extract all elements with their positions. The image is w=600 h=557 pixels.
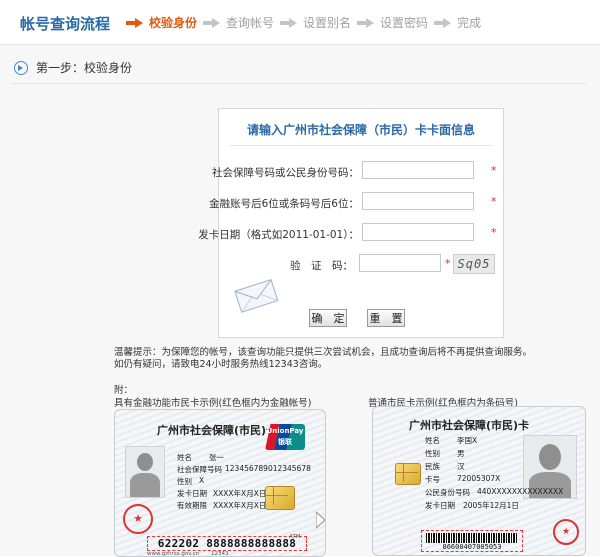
card-atm-mark: ATM bbox=[289, 534, 301, 540]
divider bbox=[12, 83, 586, 84]
unionpay-text-cn: 银联 bbox=[278, 438, 292, 446]
unionpay-text: UnionPay bbox=[266, 427, 304, 435]
step-verify-identity: 校验身份 bbox=[126, 14, 197, 31]
card-field-label: 发卡日期 bbox=[177, 489, 207, 498]
card-field-value: 123456789012345678 bbox=[225, 464, 311, 473]
card-field-label: 姓名 bbox=[177, 453, 192, 462]
required-mark: * bbox=[445, 257, 451, 270]
arrow-right-icon bbox=[434, 17, 452, 28]
required-mark: * bbox=[491, 226, 497, 239]
card-example-caption-financial: 具有金融功能市民卡示例(红色框内为金融帐号) bbox=[114, 398, 312, 409]
card-number-highlight: 622202 8888888888888 bbox=[147, 536, 307, 551]
step-label: 校验身份 bbox=[149, 16, 198, 30]
barcode-number: 86600407005053 bbox=[442, 543, 502, 551]
current-step-line: 第一步：校验身份 bbox=[14, 59, 132, 76]
field-label: 金融账号后6位或条码号后6位： bbox=[209, 198, 359, 210]
card-field-label: 有效期限 bbox=[177, 501, 207, 510]
captcha-input[interactable] bbox=[359, 254, 441, 272]
tips-text: 温馨提示：为保障您的帐号，该查询功能只提供三次尝试机会，且成功查询后将不再提供查… bbox=[114, 347, 584, 371]
arrow-right-icon bbox=[280, 17, 298, 28]
barcode-highlight: 86600407005053 bbox=[421, 530, 523, 552]
card-field-label: 姓名 bbox=[425, 436, 440, 445]
form-row-issue-date: 发卡日期（格式如2011-01-01）： * bbox=[198, 223, 503, 243]
card-field-value: 汉 bbox=[457, 462, 465, 471]
content-panel: 第一步：校验身份 请输入广州市社会保障（市民）卡卡面信息 社会保障号码或公民身份… bbox=[0, 45, 600, 557]
step-label: 完成 bbox=[457, 16, 482, 30]
flow-steps: 校验身份 查询帐号 设置别名 设置密码 完成 bbox=[126, 14, 481, 31]
envelope-icon bbox=[234, 278, 279, 313]
step-complete: 完成 bbox=[434, 14, 481, 31]
card-field-value: XXXX年X月X日 bbox=[213, 501, 267, 510]
card-footer-hotline: 12343 bbox=[211, 551, 229, 557]
appendix-label: 附： bbox=[114, 385, 134, 396]
step-label: 设置密码 bbox=[380, 16, 429, 30]
card-insert-arrow-icon bbox=[316, 511, 325, 529]
field-label: 发卡日期（格式如2011-01-01）： bbox=[198, 229, 359, 241]
flow-header: 帐号查询流程 校验身份 查询帐号 设置别名 设置密码 完成 bbox=[0, 0, 600, 45]
barcode-icon bbox=[426, 533, 518, 543]
account-suffix-input[interactable] bbox=[362, 192, 474, 210]
card-field-label: 性别 bbox=[177, 477, 192, 486]
tips-line: 如仍有疑问，请致电24小时服务热线12343咨询。 bbox=[114, 359, 328, 370]
card-field-label: 性别 bbox=[425, 449, 440, 458]
id-number-input[interactable] bbox=[362, 161, 474, 179]
current-step-text: 第一步：校验身份 bbox=[36, 61, 133, 75]
arrow-right-icon bbox=[357, 17, 375, 28]
confirm-button[interactable]: 确 定 bbox=[309, 309, 347, 327]
form-title: 请输入广州市社会保障（市民）卡卡面信息 bbox=[246, 123, 475, 137]
card-field-value: 张一 bbox=[209, 453, 224, 462]
card-field-label: 发卡日期 bbox=[425, 501, 455, 510]
card-field-label: 民族 bbox=[425, 462, 440, 471]
card-field-value: 440XXXXXXXXXXXXXX bbox=[477, 487, 564, 496]
card-field-label: 社会保障号码 bbox=[177, 465, 222, 474]
verification-form: 请输入广州市社会保障（市民）卡卡面信息 社会保障号码或公民身份号码： * 金融账… bbox=[198, 108, 504, 338]
card-field-value: 男 bbox=[457, 449, 465, 458]
step-query-account: 查询帐号 bbox=[203, 14, 274, 31]
issue-date-input[interactable] bbox=[362, 223, 474, 241]
card-field-value: X bbox=[199, 476, 205, 485]
arrow-right-icon bbox=[126, 17, 144, 28]
reset-button[interactable]: 重 置 bbox=[367, 309, 405, 327]
step-set-alias: 设置别名 bbox=[280, 14, 351, 31]
chip-icon bbox=[395, 463, 421, 485]
form-row-account-suffix: 金融账号后6位或条码号后6位： * bbox=[209, 192, 503, 212]
card-title: 广州市社会保障(市民)卡 bbox=[157, 424, 278, 437]
unionpay-logo: UnionPay 银联 bbox=[265, 424, 305, 450]
captcha-image[interactable]: Sq05 bbox=[453, 254, 495, 274]
circle-arrow-icon bbox=[14, 60, 28, 75]
step-label: 查询帐号 bbox=[226, 16, 275, 30]
portrait-placeholder bbox=[125, 446, 165, 498]
example-card-regular: 广州市社会保障(市民)卡 姓名 李国X 性别 男 民族 汉 卡号 7200530… bbox=[372, 406, 586, 556]
form-row-id-number: 社会保障号码或公民身份号码： * bbox=[212, 161, 503, 181]
card-field-value: 李国X bbox=[457, 436, 478, 445]
card-field-value: 2005年12月1日 bbox=[463, 501, 519, 510]
card-field-label: 公民身份号码 bbox=[425, 488, 470, 497]
card-field-value: 72005307X bbox=[457, 474, 501, 483]
example-card-financial: 广州市社会保障(市民)卡 UnionPay 银联 ★ 姓名 张一 社会保障号码 1… bbox=[114, 409, 326, 557]
form-row-captcha: 验 证 码： * Sq05 bbox=[219, 254, 503, 274]
card-field-label: 卡号 bbox=[425, 475, 440, 484]
tips-line: 温馨提示：为保障您的帐号，该查询功能只提供三次尝试机会，且成功查询后将不再提供查… bbox=[114, 347, 533, 358]
card-footer-website: www.gzhrss.gov.cn bbox=[147, 551, 200, 557]
card-title: 广州市社会保障(市民)卡 bbox=[409, 419, 530, 432]
required-mark: * bbox=[491, 164, 497, 177]
flow-title: 帐号查询流程 bbox=[20, 15, 111, 33]
red-seal-icon: ★ bbox=[123, 504, 153, 534]
card-field-value: XXXX年X月X日 bbox=[213, 489, 267, 498]
field-label: 验 证 码： bbox=[290, 260, 353, 272]
required-mark: * bbox=[491, 195, 497, 208]
chip-icon bbox=[265, 486, 295, 510]
divider bbox=[229, 145, 493, 146]
field-label: 社会保障号码或公民身份号码： bbox=[212, 167, 359, 179]
step-set-password: 设置密码 bbox=[357, 14, 428, 31]
arrow-right-icon bbox=[203, 17, 221, 28]
step-label: 设置别名 bbox=[303, 16, 352, 30]
red-seal-icon: ★ bbox=[553, 519, 579, 545]
